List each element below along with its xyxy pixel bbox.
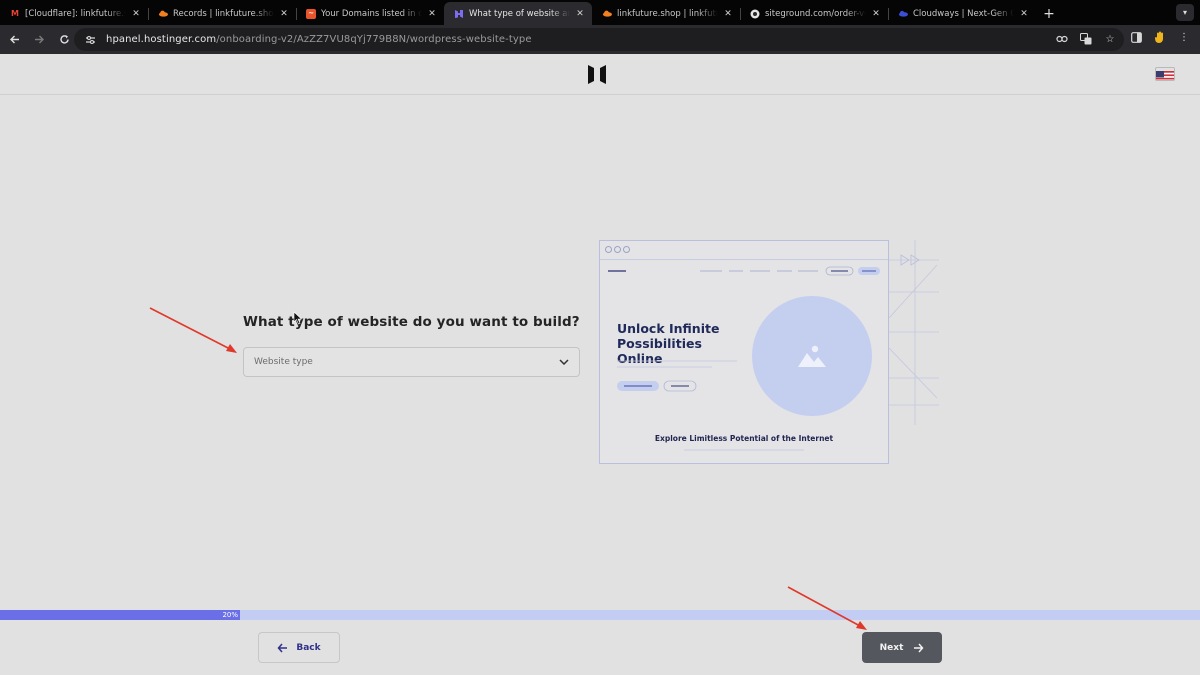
browser-tab[interactable]: Cloudways | Next-Gen Cloud ✕ [888,2,1036,25]
tab-title: Cloudways | Next-Gen Cloud [913,8,1014,19]
siteground-icon [750,9,760,19]
close-icon[interactable]: ✕ [722,8,734,20]
onboarding-page: What type of website do you want to buil… [0,54,1200,675]
tab-search-button[interactable]: ▾ [1176,4,1194,21]
browser-tab[interactable]: siteground.com/order-verific ✕ [740,2,888,25]
chevron-down-icon: ▾ [1182,8,1187,17]
mockup-browser-bar [600,241,888,260]
arrow-right-icon [34,35,44,44]
website-type-select[interactable]: Website type [243,347,580,377]
site-header [0,54,1200,95]
close-icon[interactable]: ✕ [278,8,290,20]
browser-tab-active[interactable]: What type of website are you ✕ [444,2,592,25]
mockup-dot [605,246,612,253]
hostinger-icon [454,9,464,19]
reload-button[interactable] [53,29,75,51]
url-path: /onboarding-v2/AzZZ7VU8qYj779B8N/wordpre… [216,34,532,45]
browser-tab[interactable]: ~ Your Domains listed in one pl ✕ [296,2,444,25]
gmail-icon: M [11,8,19,18]
tab-title: Records | linkfuture.shop | M [173,8,274,19]
close-icon[interactable]: ✕ [870,8,882,20]
side-panel-icon[interactable] [1128,29,1144,45]
cloudflare-icon [602,9,612,19]
url-text: hpanel.hostinger.com/onboarding-v2/AzZZ7… [106,34,532,45]
page-question-heading: What type of website do you want to buil… [243,314,580,330]
close-icon[interactable]: ✕ [426,8,438,20]
site-settings-icon[interactable] [82,32,98,48]
mockup-nav-lines [608,266,880,276]
domains-icon: ~ [306,8,316,19]
hostinger-logo[interactable] [588,65,606,88]
forward-nav-button[interactable] [28,29,50,51]
next-button[interactable]: Next [862,632,942,663]
select-placeholder: Website type [254,357,313,367]
browser-tab[interactable]: Records | linkfuture.shop | M ✕ [148,2,296,25]
url-host: hpanel.hostinger.com [106,34,217,45]
tab-title: What type of website are you [469,8,570,19]
progress-label: 20% [222,611,238,619]
cloudways-icon [898,9,908,19]
back-button[interactable]: Back [258,632,340,663]
arrow-left-icon [9,35,19,44]
address-bar[interactable]: hpanel.hostinger.com/onboarding-v2/AzZZ7… [74,28,1124,51]
mockup-dot [614,246,621,253]
close-icon[interactable]: ✕ [574,8,586,20]
reload-icon [59,35,69,44]
translate-icon[interactable] [1078,31,1094,47]
mockup-dot [623,246,630,253]
more-menu-icon[interactable]: ⋮ [1176,29,1192,45]
browser-toolbar: hpanel.hostinger.com/onboarding-v2/AzZZ7… [0,25,1200,54]
image-icon [798,345,826,367]
hero-image-placeholder [752,296,872,416]
tab-title: Your Domains listed in one pl [321,8,422,19]
browser-tab[interactable]: linkfuture.shop | linkfuture.sh ✕ [592,2,740,25]
new-tab-button[interactable]: + [1040,2,1058,25]
decorative-grid-lines [889,240,939,425]
password-key-icon[interactable] [1054,31,1070,47]
arrow-left-icon [277,643,288,652]
tab-title: linkfuture.shop | linkfuture.sh [617,8,718,19]
extension-hand-icon[interactable] [1152,29,1168,45]
mockup-caption-line [684,449,804,451]
chevron-down-icon [559,359,569,365]
tab-title: siteground.com/order-verific [765,8,866,19]
browser-tab[interactable]: M [Cloudflare]: linkfuture.shop i ✕ [0,2,148,25]
us-flag-icon[interactable] [1155,67,1175,81]
close-icon[interactable]: ✕ [130,8,142,20]
tab-title: [Cloudflare]: linkfuture.shop i [25,8,126,19]
next-button-label: Next [879,642,904,653]
onboarding-progress-bar: 20% [0,610,1200,620]
back-button-label: Back [296,642,321,653]
mockup-caption: Explore Limitless Potential of the Inter… [654,434,834,443]
cloudflare-icon [158,9,168,19]
close-icon[interactable]: ✕ [1018,8,1030,20]
progress-fill: 20% [0,610,240,620]
bookmark-star-icon[interactable]: ☆ [1102,31,1118,47]
back-nav-button[interactable] [3,29,25,51]
arrow-right-icon [914,643,924,652]
browser-tab-bar: M [Cloudflare]: linkfuture.shop i ✕ Reco… [0,0,1200,25]
website-mockup-illustration: Unlock Infinite Possibilities Online Exp… [599,240,889,464]
mockup-text-lines [617,360,737,392]
